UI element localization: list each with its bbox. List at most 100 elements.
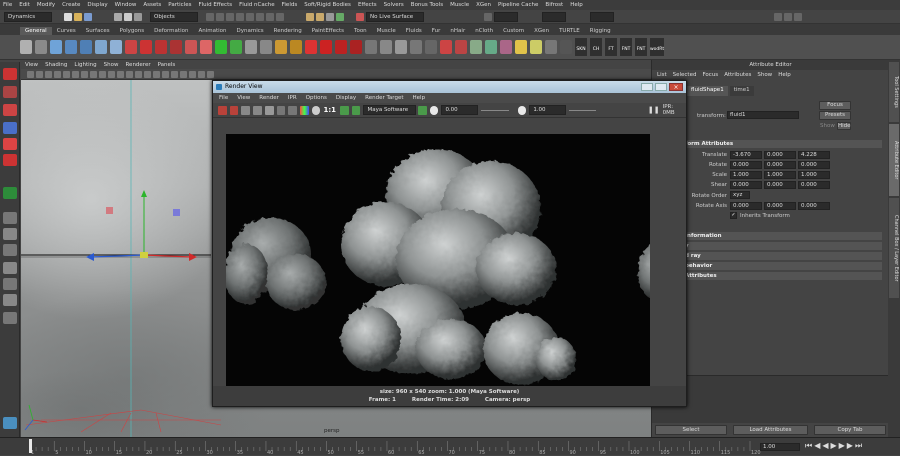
- tool-settings-toggle-icon[interactable]: [774, 12, 782, 21]
- grid-icon[interactable]: [63, 70, 70, 78]
- rv-menu-display[interactable]: Display: [336, 95, 356, 101]
- shelf-tab-muscle[interactable]: Muscle: [372, 27, 401, 35]
- point-light-icon[interactable]: [425, 40, 437, 54]
- maximize-button[interactable]: [655, 83, 667, 91]
- subdiv-icon[interactable]: [215, 40, 227, 54]
- menu-bonus-tools[interactable]: Bonus Tools: [411, 2, 443, 8]
- channel-box-toggle-icon[interactable]: [794, 12, 802, 21]
- ipr-icon[interactable]: [455, 40, 467, 54]
- poly-cylinder-icon[interactable]: [155, 40, 167, 54]
- redo-render-icon[interactable]: [218, 105, 227, 115]
- exposure-field[interactable]: 0.00: [441, 105, 479, 115]
- render-frame-icon[interactable]: [306, 12, 314, 21]
- menu-particles[interactable]: Particles: [168, 2, 191, 8]
- shelf-tab-deformation[interactable]: Deformation: [149, 27, 193, 35]
- section-transform-attributes[interactable]: form Attributes: [682, 140, 882, 148]
- ae-menu-selected[interactable]: Selected: [673, 72, 697, 78]
- menu-file[interactable]: File: [3, 2, 12, 8]
- lights-icon[interactable]: [162, 70, 169, 78]
- curve-cv-icon[interactable]: [20, 40, 32, 54]
- ae-menu-attributes[interactable]: Attributes: [724, 72, 751, 78]
- rotate-y-field[interactable]: 0.000: [764, 161, 796, 169]
- renderer-dropdown[interactable]: Maya Software: [363, 105, 416, 115]
- rendered-image[interactable]: [226, 134, 650, 387]
- shelf-tab-nhair[interactable]: nHair: [445, 27, 470, 35]
- ae-menu-help[interactable]: Help: [778, 72, 791, 78]
- select-object-icon[interactable]: [124, 12, 132, 21]
- viewport-menu-shading[interactable]: Shading: [45, 62, 67, 68]
- menu-modify[interactable]: Modify: [37, 2, 55, 8]
- smooth-shade-icon[interactable]: [135, 70, 142, 78]
- nurbs-cube-icon[interactable]: [65, 40, 77, 54]
- emitter-icon[interactable]: [500, 40, 512, 54]
- rotate-z-field[interactable]: 0.000: [798, 161, 830, 169]
- translate-z-field[interactable]: 4.228: [798, 151, 830, 159]
- inherits-transform-checkbox[interactable]: ✓: [730, 212, 737, 219]
- shelf-script-fnt-2[interactable]: FNT: [635, 38, 647, 56]
- ocean-icon[interactable]: [485, 40, 497, 54]
- gamma-field[interactable]: 1.00: [529, 105, 567, 115]
- snap-surface-icon[interactable]: [246, 12, 254, 21]
- menu-xgen[interactable]: XGen: [476, 2, 491, 8]
- shear-y-field[interactable]: 0.000: [764, 181, 796, 189]
- menu-fluid-effects[interactable]: Fluid Effects: [198, 2, 232, 8]
- ipr-render-icon[interactable]: [316, 12, 324, 21]
- shelf-script-skn[interactable]: SKN: [575, 38, 587, 56]
- shelf-script-ft[interactable]: FT: [605, 38, 617, 56]
- current-frame-field[interactable]: 1.00: [760, 443, 800, 451]
- menu-effects[interactable]: Effects: [358, 2, 377, 8]
- y-field[interactable]: [542, 11, 566, 22]
- menu-help[interactable]: Help: [570, 2, 583, 8]
- film-gate-icon[interactable]: [72, 70, 79, 78]
- render-view-titlebar[interactable]: Render View ×: [213, 81, 686, 93]
- manipulator-plane-xy[interactable]: [106, 207, 113, 214]
- xray-icon[interactable]: [189, 70, 196, 78]
- shelf-tab-rendering[interactable]: Rendering: [269, 27, 307, 35]
- attribute-editor-toggle-icon[interactable]: [784, 12, 792, 21]
- menu-display[interactable]: Display: [87, 2, 107, 8]
- layout-hypershade-icon[interactable]: [3, 278, 17, 290]
- lattice-icon[interactable]: [245, 40, 257, 54]
- menu-create[interactable]: Create: [62, 2, 80, 8]
- keyframe-icon[interactable]: [305, 40, 317, 54]
- ik-handle-icon[interactable]: [290, 40, 302, 54]
- dope-sheet-icon[interactable]: [350, 40, 362, 54]
- viewport-menu-view[interactable]: View: [25, 62, 38, 68]
- fluid-icon[interactable]: [470, 40, 482, 54]
- paint-select-icon[interactable]: [3, 104, 17, 116]
- shelf-tab-animation[interactable]: Animation: [193, 27, 231, 35]
- field-chart-icon[interactable]: [99, 70, 106, 78]
- translate-x-field[interactable]: -3.670: [730, 151, 762, 159]
- menu-edit[interactable]: Edit: [19, 2, 30, 8]
- shelf-script-ch[interactable]: CH: [590, 38, 602, 56]
- menu-bifrost[interactable]: Bifrost: [545, 2, 563, 8]
- rotate-order-dropdown[interactable]: xyz: [730, 191, 750, 199]
- section-collapsed-5[interactable]: Attributes: [682, 272, 882, 280]
- section-collapsed-4[interactable]: behavior: [682, 262, 882, 270]
- z-field[interactable]: [590, 11, 614, 22]
- deformer-icon[interactable]: [230, 40, 242, 54]
- x-field[interactable]: [494, 11, 518, 22]
- new-scene-icon[interactable]: [64, 12, 72, 21]
- layout-graph-icon[interactable]: [3, 312, 17, 324]
- tab-fluidshape1[interactable]: fluidShape1: [687, 86, 728, 96]
- rotate-axis-y-field[interactable]: 0.000: [764, 202, 796, 210]
- wireframe-icon[interactable]: [126, 70, 133, 78]
- poly-plane-icon[interactable]: [185, 40, 197, 54]
- renderer-dropdown-arrow-icon[interactable]: [418, 105, 427, 115]
- joint-icon[interactable]: [275, 40, 287, 54]
- rgb-channels-icon[interactable]: [300, 105, 309, 115]
- current-time-marker[interactable]: [29, 439, 32, 453]
- image-plane-icon[interactable]: [54, 70, 61, 78]
- shelf-tab-fluids[interactable]: Fluids: [401, 27, 427, 35]
- layout-single-icon[interactable]: [3, 212, 17, 224]
- resolution-gate-icon[interactable]: [81, 70, 88, 78]
- shelf-tab-turtle[interactable]: TURTLE: [554, 27, 585, 35]
- ae-menu-focus[interactable]: Focus: [702, 72, 718, 78]
- shelf-tab-curves[interactable]: Curves: [52, 27, 81, 35]
- poly-cone-icon[interactable]: [170, 40, 182, 54]
- nurbs-cylinder-icon[interactable]: [80, 40, 92, 54]
- layout-persp-graph-icon[interactable]: [3, 262, 17, 274]
- layout-side-icon[interactable]: [3, 244, 17, 256]
- gate-mask-icon[interactable]: [90, 70, 97, 78]
